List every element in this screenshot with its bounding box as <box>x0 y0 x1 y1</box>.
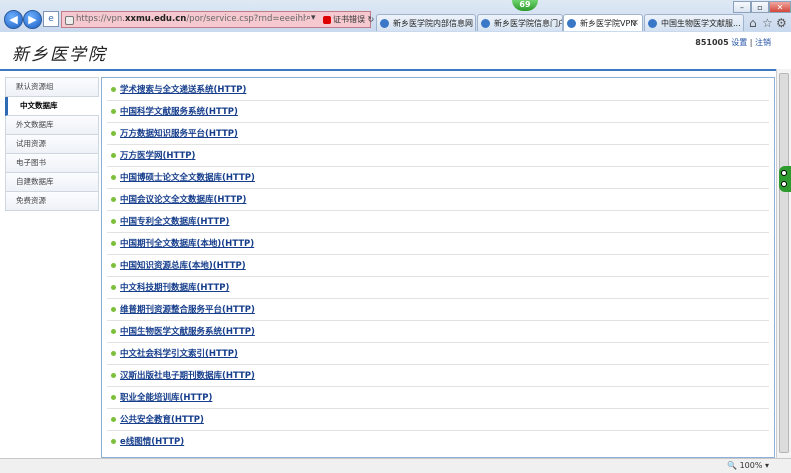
bullet-icon <box>111 373 116 378</box>
resource-link[interactable]: 中国期刊全文数据库(本地)(HTTP) <box>120 237 254 249</box>
page-icon[interactable]: e <box>43 11 59 27</box>
bullet-icon <box>111 109 116 114</box>
tab-internal-info[interactable]: 新乡医学院内部信息网 <box>376 14 476 31</box>
school-logo: 新乡医学院 <box>12 45 107 65</box>
bullet-icon <box>111 197 116 202</box>
resource-link[interactable]: 职业全能培训库(HTTP) <box>120 391 212 403</box>
notification-badge: 69 <box>512 0 538 11</box>
bullet-icon <box>111 241 116 246</box>
resource-link[interactable]: 中国知识资源总库(本地)(HTTP) <box>120 259 246 271</box>
bullet-icon <box>111 263 116 268</box>
bullet-icon <box>111 153 116 158</box>
forward-button[interactable]: ▶ <box>23 10 42 29</box>
list-item: 汉斯出版社电子期刊数据库(HTTP) <box>107 364 769 387</box>
resource-link[interactable]: 中文社会科学引文索引(HTTP) <box>120 347 238 359</box>
resource-link[interactable]: 维普期刊资源整合服务平台(HTTP) <box>120 303 255 315</box>
resource-link[interactable]: 学术搜索与全文递送系统(HTTP) <box>120 83 246 95</box>
list-item: 万方医学网(HTTP) <box>107 144 769 167</box>
bullet-icon <box>111 285 116 290</box>
resource-link[interactable]: 万方数据知识服务平台(HTTP) <box>120 127 238 139</box>
bullet-icon <box>111 87 116 92</box>
sidebar-item-self-built-db[interactable]: 自建数据库 <box>5 173 99 192</box>
sidebar-item-trial[interactable]: 试用资源 <box>5 135 99 154</box>
sidebar: 默认资源组 中文数据库 外文数据库 试用资源 电子图书 自建数据库 免费资源 <box>5 77 99 211</box>
sidebar-item-foreign-db[interactable]: 外文数据库 <box>5 116 99 135</box>
lock-icon <box>65 16 74 25</box>
shield-icon <box>323 15 331 24</box>
sidebar-item-free[interactable]: 免费资源 <box>5 192 99 211</box>
zoom-level[interactable]: 🔍 100% ▾ <box>727 461 769 470</box>
page-header: 新乡医学院 851005 设置 | 注销 <box>0 32 791 71</box>
bullet-icon <box>111 395 116 400</box>
bullet-icon <box>111 175 116 180</box>
settings-link[interactable]: 设置 <box>731 38 747 47</box>
resource-link[interactable]: 中国博硕士论文全文数据库(HTTP) <box>120 171 255 183</box>
sidebar-item-ebooks[interactable]: 电子图书 <box>5 154 99 173</box>
vertical-scrollbar[interactable] <box>776 69 791 458</box>
resource-link[interactable]: 公共安全教育(HTTP) <box>120 413 204 425</box>
bullet-icon <box>111 329 116 334</box>
list-item: 中国专利全文数据库(HTTP) <box>107 210 769 233</box>
close-tab-icon[interactable]: × <box>631 15 639 31</box>
list-item: 维普期刊资源整合服务平台(HTTP) <box>107 298 769 321</box>
resource-link[interactable]: 万方医学网(HTTP) <box>120 149 195 161</box>
page-icon <box>380 19 389 28</box>
tab-vpn[interactable]: 新乡医学院VPN × <box>563 14 643 31</box>
sidebar-item-chinese-db[interactable]: 中文数据库 <box>5 97 99 116</box>
bullet-icon <box>111 307 116 312</box>
resource-list: 学术搜索与全文递送系统(HTTP) 中国科学文献服务系统(HTTP) 万方数据知… <box>101 77 775 458</box>
user-info: 851005 设置 | 注销 <box>695 38 771 47</box>
list-item: 职业全能培训库(HTTP) <box>107 386 769 409</box>
browser-chrome: 69 ◀ ▶ e https://vpn.xxmu.edu.cn/por/ser… <box>0 0 791 33</box>
list-item: e线图情(HTTP) <box>107 430 769 452</box>
list-item: 中国生物医学文献服务系统(HTTP) <box>107 320 769 343</box>
list-item: 中文社会科学引文索引(HTTP) <box>107 342 769 365</box>
maximize-button[interactable]: ▫ <box>751 1 769 13</box>
page-icon <box>567 19 576 28</box>
sidebar-item-default-group[interactable]: 默认资源组 <box>5 77 99 97</box>
page-icon <box>481 19 490 28</box>
list-item: 中国会议论文全文数据库(HTTP) <box>107 188 769 211</box>
eye-icon <box>781 181 787 187</box>
resource-link[interactable]: 中国专利全文数据库(HTTP) <box>120 215 229 227</box>
bullet-icon <box>111 351 116 356</box>
certificate-error[interactable]: 证书错误 ↻ × <box>323 14 384 25</box>
list-item: 万方数据知识服务平台(HTTP) <box>107 122 769 145</box>
tab-info-portal[interactable]: 新乡医学院信息门户 <box>477 14 563 31</box>
status-bar: 🔍 100% ▾ <box>0 458 791 473</box>
list-item: 中国科学文献服务系统(HTTP) <box>107 100 769 123</box>
resource-link[interactable]: 中国会议论文全文数据库(HTTP) <box>120 193 246 205</box>
back-button[interactable]: ◀ <box>4 10 23 29</box>
gear-icon[interactable]: ⚙ <box>776 16 787 30</box>
eye-icon <box>781 170 787 176</box>
resource-link[interactable]: 中国生物医学文献服务系统(HTTP) <box>120 325 255 337</box>
resource-link[interactable]: e线图情(HTTP) <box>120 435 184 447</box>
minimize-button[interactable]: – <box>733 1 751 13</box>
bullet-icon <box>111 439 116 444</box>
resource-link[interactable]: 汉斯出版社电子期刊数据库(HTTP) <box>120 369 255 381</box>
address-bar[interactable]: https://vpn.xxmu.edu.cn/por/service.csp?… <box>61 11 384 28</box>
resource-link[interactable]: 中文科技期刊数据库(HTTP) <box>120 281 229 293</box>
bullet-icon <box>111 417 116 422</box>
list-item: 公共安全教育(HTTP) <box>107 408 769 431</box>
resource-link[interactable]: 中国科学文献服务系统(HTTP) <box>120 105 238 117</box>
list-item: 中国知识资源总库(本地)(HTTP) <box>107 254 769 277</box>
logout-link[interactable]: 注销 <box>755 38 771 47</box>
list-item: 学术搜索与全文递送系统(HTTP) <box>107 78 769 101</box>
home-icon[interactable]: ⌂ <box>749 16 757 30</box>
close-button[interactable]: ✕ <box>769 1 791 13</box>
bullet-icon <box>111 219 116 224</box>
url-text[interactable]: https://vpn.xxmu.edu.cn/por/service.csp?… <box>76 14 306 24</box>
list-item: 中国博硕士论文全文数据库(HTTP) <box>107 166 769 189</box>
bullet-icon <box>111 131 116 136</box>
owl-widget-icon[interactable] <box>779 166 791 192</box>
tab-sinomed[interactable]: 中国生物医学文献服... <box>644 14 744 31</box>
scrollbar-thumb[interactable] <box>779 73 789 453</box>
list-item: 中国期刊全文数据库(本地)(HTTP) <box>107 232 769 255</box>
search-dropdown-icon[interactable]: ⌕▾ <box>306 13 316 23</box>
list-item: 中文科技期刊数据库(HTTP) <box>107 276 769 299</box>
page-icon <box>648 19 657 28</box>
favorites-star-icon[interactable]: ☆ <box>762 16 773 30</box>
user-id: 851005 <box>695 38 729 47</box>
